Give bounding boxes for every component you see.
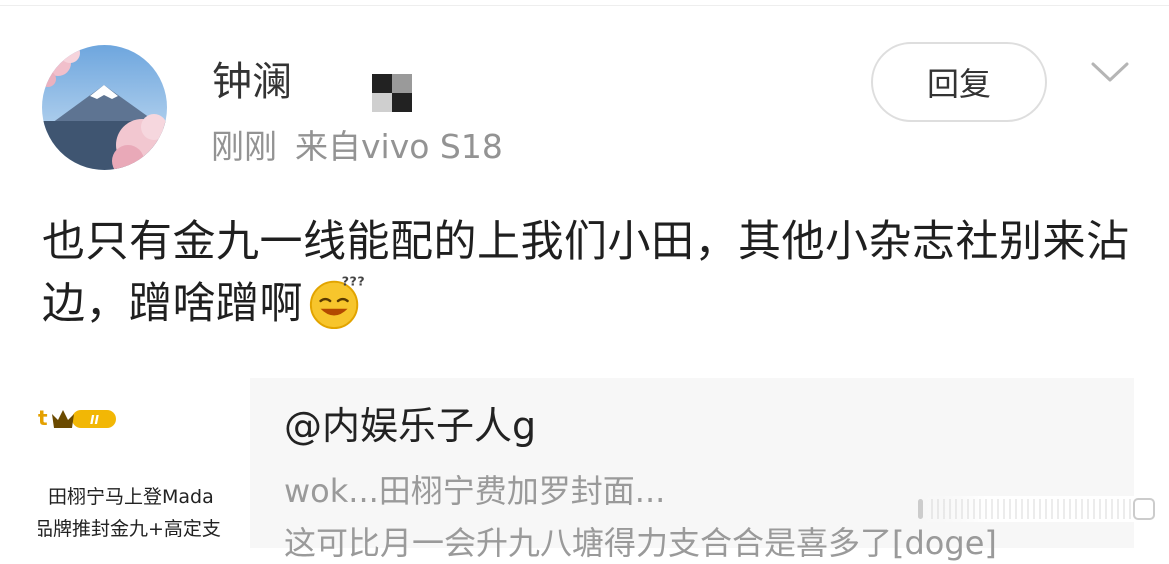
name-blur [300,68,340,106]
thumb-text-1: 田栩宁马上登Mada [48,486,214,508]
quoted-text-1: wok...田栩宁费加罗封面... [284,472,666,510]
top-divider [0,5,1169,6]
chevron-down-icon[interactable] [1090,60,1130,84]
post-text: 也只有金九一线能配的上我们小田，其他小杂志社别来沾边，蹭啥蹭啊 [42,217,1130,329]
post-meta: 刚刚 来自vivo S18 [211,126,503,168]
quoted-author[interactable]: @内娱乐子人g [284,402,536,450]
quoted-text-2: 这可比月一会升九八塘得力支合合是喜多了[doge] [284,524,997,562]
reply-button[interactable]: 回复 [871,42,1047,122]
post-source: 来自vivo S18 [295,127,503,166]
thinking-emoji-icon: ??? [309,274,365,330]
avatar[interactable] [42,45,167,170]
thumb-badge: t [38,406,48,430]
post-time: 刚刚 [211,127,277,166]
quoted-thumbnail[interactable]: t II 田栩宁马上登Mada 品牌推封金九+高定支 [38,378,250,548]
mosaic-icon [372,74,412,112]
post-body: 也只有金九一线能配的上我们小田，其他小杂志社别来沾边，蹭啥蹭啊 ??? [42,212,1132,334]
author-name[interactable]: 钟澜 [212,56,292,108]
svg-text:II: II [90,413,99,427]
scroll-indicator-icon [912,496,1158,522]
vip-crown-icon: II [52,410,116,428]
svg-text:???: ??? [342,274,365,289]
